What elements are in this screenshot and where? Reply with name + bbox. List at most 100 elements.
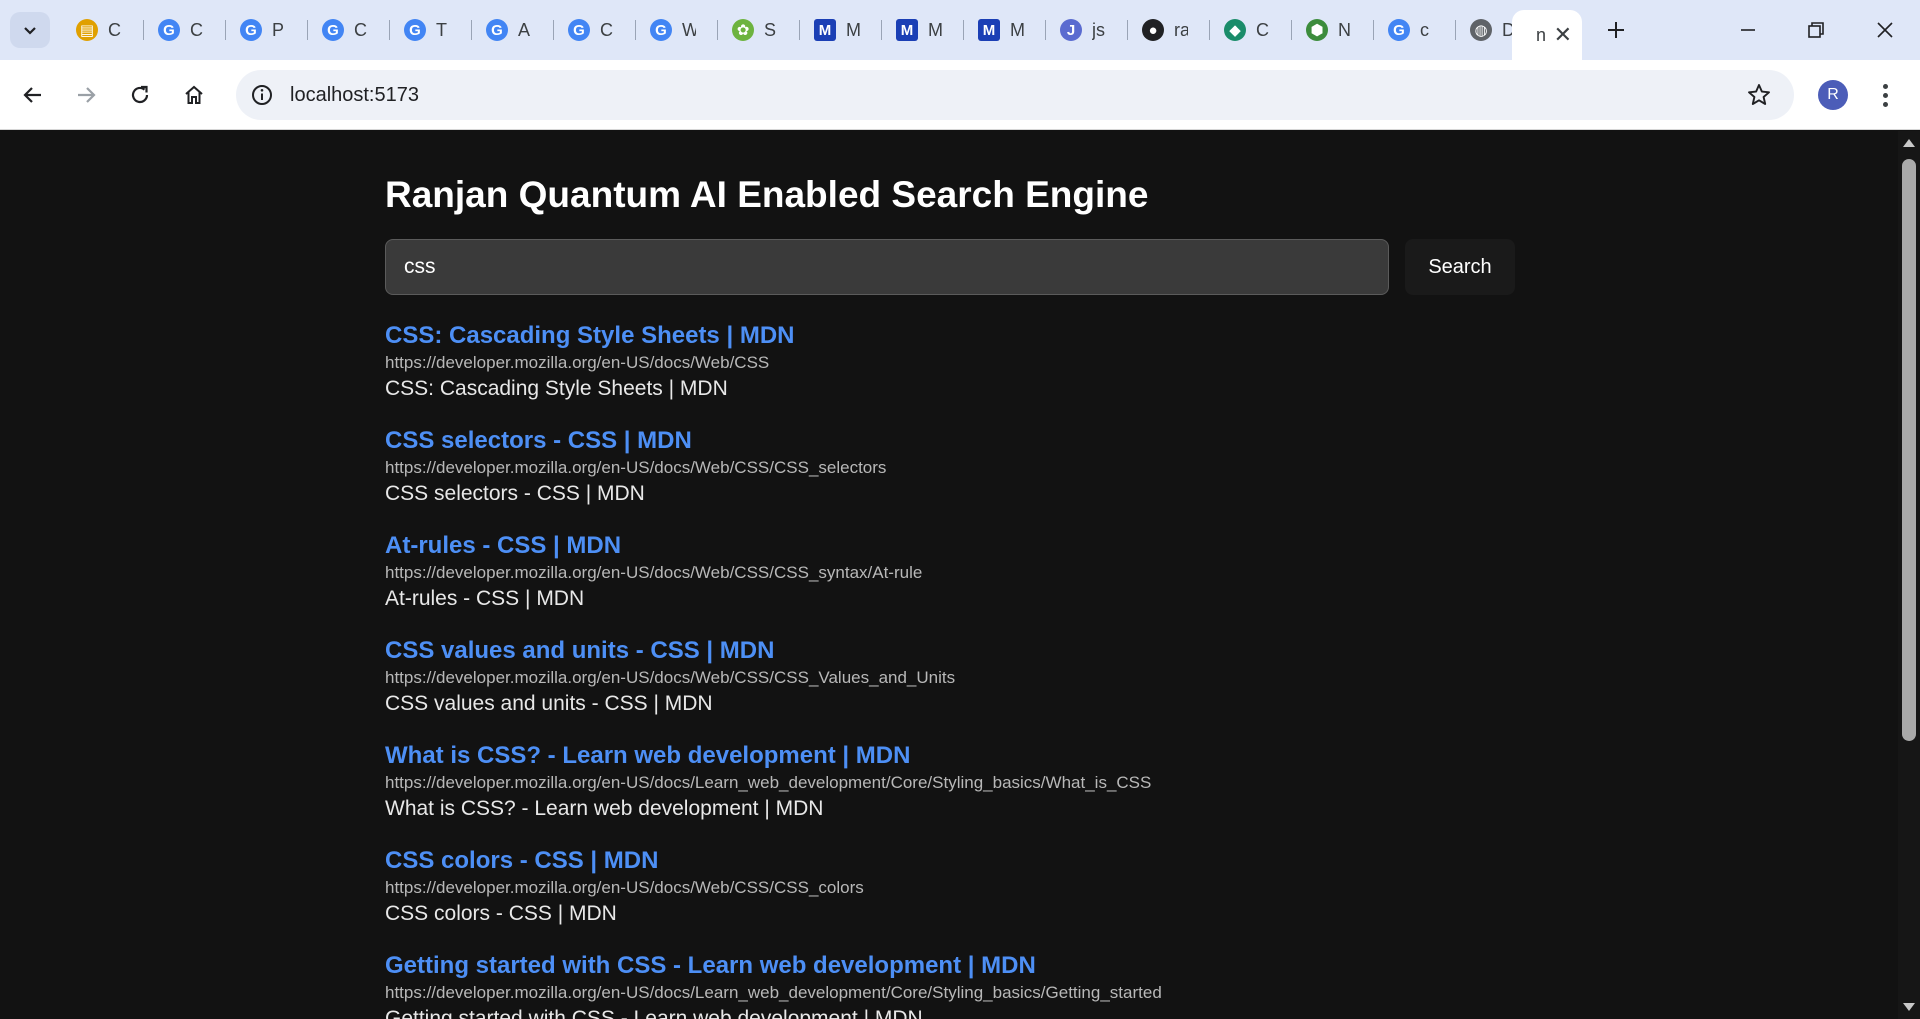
browser-tab[interactable]: MM bbox=[882, 10, 964, 50]
result-description: What is CSS? - Learn web development | M… bbox=[385, 797, 824, 820]
result-description: CSS: Cascading Style Sheets | MDN bbox=[385, 377, 728, 400]
result-title-link[interactable]: At-rules - CSS | MDN bbox=[385, 531, 1515, 561]
tab-title: M bbox=[846, 19, 860, 40]
result-title-link[interactable]: CSS colors - CSS | MDN bbox=[385, 846, 1515, 876]
bookmark-star-icon[interactable] bbox=[1746, 82, 1772, 108]
google-icon: G bbox=[240, 19, 262, 41]
browser-tab[interactable]: ✿ S bbox=[718, 10, 800, 50]
arrow-left-icon bbox=[23, 87, 41, 103]
menu-kebab-icon[interactable] bbox=[1872, 77, 1898, 113]
minimize-button[interactable] bbox=[1725, 12, 1771, 48]
search-button[interactable]: Search bbox=[1405, 239, 1515, 295]
chevron-down-icon bbox=[24, 27, 36, 35]
browser-tab[interactable]: GC bbox=[308, 10, 390, 50]
result-title-link[interactable]: What is CSS? - Learn web development | M… bbox=[385, 741, 1515, 771]
reload-icon bbox=[131, 85, 149, 104]
browser-tab[interactable]: GA bbox=[472, 10, 554, 50]
result-title-link[interactable]: CSS selectors - CSS | MDN bbox=[385, 426, 1515, 456]
minimize-icon bbox=[1741, 29, 1755, 31]
browser-tab[interactable]: GW bbox=[636, 10, 718, 50]
result-title-link[interactable]: CSS values and units - CSS | MDN bbox=[385, 636, 1515, 666]
new-tab-button[interactable] bbox=[1598, 12, 1634, 48]
back-button[interactable] bbox=[15, 77, 51, 113]
spring-icon: ✿ bbox=[732, 19, 754, 41]
result-item: CSS: Cascading Style Sheets | MDN https:/… bbox=[385, 321, 1515, 426]
github-icon: ● bbox=[1142, 19, 1164, 41]
browser-tab[interactable]: GP bbox=[226, 10, 308, 50]
result-url: https://developer.mozilla.org/en-US/docs… bbox=[385, 458, 887, 477]
globe-icon: ◍ bbox=[1470, 19, 1492, 41]
tab-title: M bbox=[1010, 19, 1024, 40]
search-input[interactable] bbox=[385, 239, 1389, 295]
tab-active[interactable]: n ✕ bbox=[1512, 10, 1582, 60]
mdn-icon: M bbox=[896, 19, 918, 41]
tab-strip: ▤ C G C G P G C G T G A G C G W ✿ S M M M M M M Jjs ● ra ◆ C ⬢ N Gc ◍ D n… bbox=[0, 0, 1920, 60]
file-icon: ▤ bbox=[76, 19, 98, 41]
profile-avatar[interactable]: R bbox=[1818, 80, 1848, 110]
scroll-down-arrow-icon[interactable] bbox=[1903, 1003, 1915, 1011]
address-bar[interactable]: localhost:5173 bbox=[236, 70, 1794, 120]
close-icon[interactable]: ✕ bbox=[1554, 22, 1572, 48]
browser-toolbar: localhost:5173 R bbox=[0, 60, 1920, 130]
close-window-button[interactable] bbox=[1862, 12, 1908, 48]
result-url: https://developer.mozilla.org/en-US/docs… bbox=[385, 878, 864, 897]
tab-title: ra bbox=[1174, 19, 1188, 40]
result-url: https://developer.mozilla.org/en-US/docs… bbox=[385, 773, 1152, 792]
browser-tab[interactable]: GC bbox=[554, 10, 636, 50]
tab-title: A bbox=[518, 19, 531, 40]
browser-tab[interactable]: MM bbox=[800, 10, 882, 50]
browser-tab[interactable]: GT bbox=[390, 10, 472, 50]
restore-icon bbox=[1808, 22, 1824, 38]
browser-tab[interactable]: MM bbox=[964, 10, 1046, 50]
result-item: CSS colors - CSS | MDN https://developer.… bbox=[385, 846, 1515, 951]
result-item: CSS selectors - CSS | MDN https://develop… bbox=[385, 426, 1515, 531]
tab-title: N bbox=[1338, 19, 1351, 40]
browser-tab[interactable]: GC bbox=[144, 10, 226, 50]
tab-title: W bbox=[682, 19, 696, 40]
result-title-link[interactable]: Getting started with CSS - Learn web dev… bbox=[385, 951, 1515, 981]
google-icon: G bbox=[650, 19, 672, 41]
tab-title: C bbox=[190, 19, 203, 40]
browser-tab[interactable]: ◆ C bbox=[1210, 10, 1292, 50]
tab-title: C bbox=[1256, 19, 1269, 40]
result-url: https://developer.mozilla.org/en-US/docs… bbox=[385, 563, 923, 582]
result-item: What is CSS? - Learn web development | M… bbox=[385, 741, 1515, 846]
result-url: https://developer.mozilla.org/en-US/docs… bbox=[385, 353, 770, 372]
reload-button[interactable] bbox=[122, 77, 158, 113]
result-title-link[interactable]: CSS: Cascading Style Sheets | MDN bbox=[385, 321, 1515, 351]
home-button[interactable] bbox=[176, 77, 212, 113]
scrollbar-thumb[interactable] bbox=[1902, 159, 1916, 741]
browser-tab[interactable]: Jjs bbox=[1046, 10, 1128, 50]
google-icon: G bbox=[1388, 19, 1410, 41]
forward-button[interactable] bbox=[68, 77, 104, 113]
tab-title: P bbox=[272, 19, 285, 40]
browser-tab[interactable]: ▤ C bbox=[62, 10, 144, 50]
restore-button[interactable] bbox=[1793, 12, 1839, 48]
google-icon: G bbox=[322, 19, 344, 41]
scroll-up-arrow-icon[interactable] bbox=[1903, 139, 1915, 147]
browser-tab[interactable]: ● ra bbox=[1128, 10, 1210, 50]
tab-search-button[interactable] bbox=[10, 12, 50, 48]
page-title: Ranjan Quantum AI Enabled Search Engine bbox=[385, 174, 1149, 215]
google-icon: G bbox=[568, 19, 590, 41]
results-list: CSS: Cascading Style Sheets | MDN https:/… bbox=[385, 321, 1515, 1019]
address-url[interactable]: localhost:5173 bbox=[290, 84, 419, 107]
tab-title: M bbox=[928, 19, 942, 40]
browser-tab[interactable]: ⬢ N bbox=[1292, 10, 1374, 50]
arrow-right-icon bbox=[78, 87, 96, 103]
plus-icon bbox=[1608, 22, 1624, 38]
tab-title: js bbox=[1092, 19, 1105, 40]
tab-title: C bbox=[600, 19, 613, 40]
vertical-scrollbar[interactable] bbox=[1898, 131, 1920, 1019]
google-icon: G bbox=[404, 19, 426, 41]
result-url: https://developer.mozilla.org/en-US/docs… bbox=[385, 983, 1162, 1002]
result-description: Getting started with CSS - Learn web dev… bbox=[385, 1007, 923, 1019]
info-icon[interactable] bbox=[250, 83, 274, 107]
home-icon bbox=[185, 85, 203, 104]
tab-title: C bbox=[354, 19, 367, 40]
result-description: CSS colors - CSS | MDN bbox=[385, 902, 617, 925]
result-item: Getting started with CSS - Learn web dev… bbox=[385, 951, 1515, 1019]
result-description: CSS selectors - CSS | MDN bbox=[385, 482, 645, 505]
browser-tab[interactable]: Gc bbox=[1374, 10, 1456, 50]
result-description: At-rules - CSS | MDN bbox=[385, 587, 585, 610]
